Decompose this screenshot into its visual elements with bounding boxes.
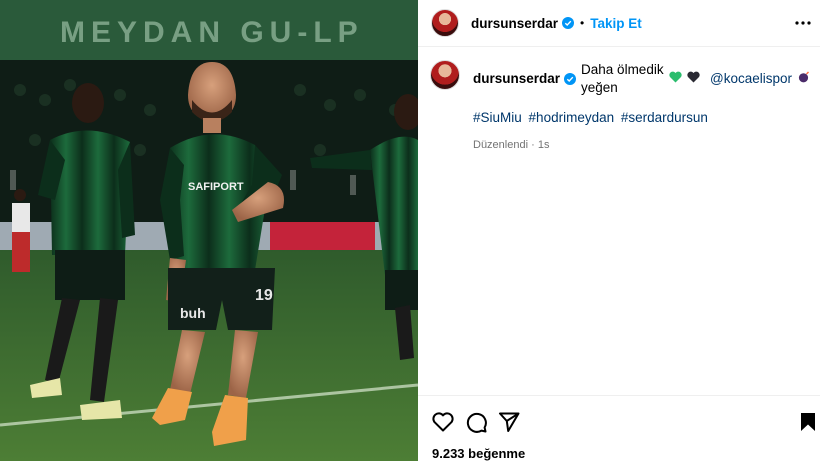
heart-outline-icon[interactable] [431, 410, 455, 434]
bomb-emoji-icon [798, 70, 810, 88]
mention-link[interactable]: @kocaelispor [710, 70, 792, 88]
comment-icon[interactable] [464, 410, 488, 434]
green-heart-icon [669, 70, 682, 88]
black-heart-icon [687, 70, 700, 88]
follow-button[interactable]: Takip Et [590, 16, 642, 31]
likes-count[interactable]: 9.233 beğenme [432, 446, 525, 461]
avatar[interactable] [431, 9, 459, 37]
time-separator: · [531, 139, 535, 151]
football-celebration-image: SAFIPORT buh 19 MEYDAN GU-LP [0, 0, 418, 461]
stadium-banner-text: MEYDAN GU-LP [60, 16, 364, 49]
caption-username[interactable]: dursunserdar [473, 70, 560, 88]
post-panel: dursunserdar • Takip Et dursunserdar Dah… [418, 0, 820, 461]
hashtag-link[interactable]: #SiuMiu [473, 110, 522, 125]
shirt-sponsor-text: SAFIPORT [188, 181, 244, 193]
avatar[interactable] [430, 60, 460, 90]
verified-badge-icon [562, 17, 575, 29]
caption-text: Daha ölmedik yeğen [581, 62, 664, 95]
caption: dursunserdar Daha ölmedik yeğen @kocaeli… [430, 60, 810, 154]
more-options-icon[interactable] [794, 14, 812, 32]
bookmark-icon[interactable] [796, 410, 820, 434]
hashtag-list: #SiuMiu #hodrimeydan #serdardursun [473, 109, 810, 127]
hashtag-link[interactable]: #hodrimeydan [529, 110, 615, 125]
action-bar [418, 395, 820, 435]
post-photo[interactable]: SAFIPORT buh 19 MEYDAN GU-LP [0, 0, 418, 461]
send-icon[interactable] [497, 410, 521, 434]
edited-timestamp: Düzenlendi · 1s [473, 136, 810, 154]
post-time[interactable]: 1s [538, 139, 550, 151]
post-header: dursunserdar • Takip Et [418, 0, 820, 47]
hashtag-link[interactable]: #serdardursun [621, 110, 708, 125]
caption-line: dursunserdar Daha ölmedik yeğen @kocaeli… [473, 61, 810, 97]
edited-label: Düzenlendi [473, 139, 529, 151]
shirt-number-text: 19 [255, 287, 273, 304]
shorts-sponsor-text: buh [180, 305, 206, 321]
verified-badge-icon [564, 73, 577, 85]
caption-body: dursunserdar Daha ölmedik yeğen @kocaeli… [473, 60, 810, 154]
header-separator: • [580, 16, 585, 30]
header-username[interactable]: dursunserdar [471, 16, 558, 31]
